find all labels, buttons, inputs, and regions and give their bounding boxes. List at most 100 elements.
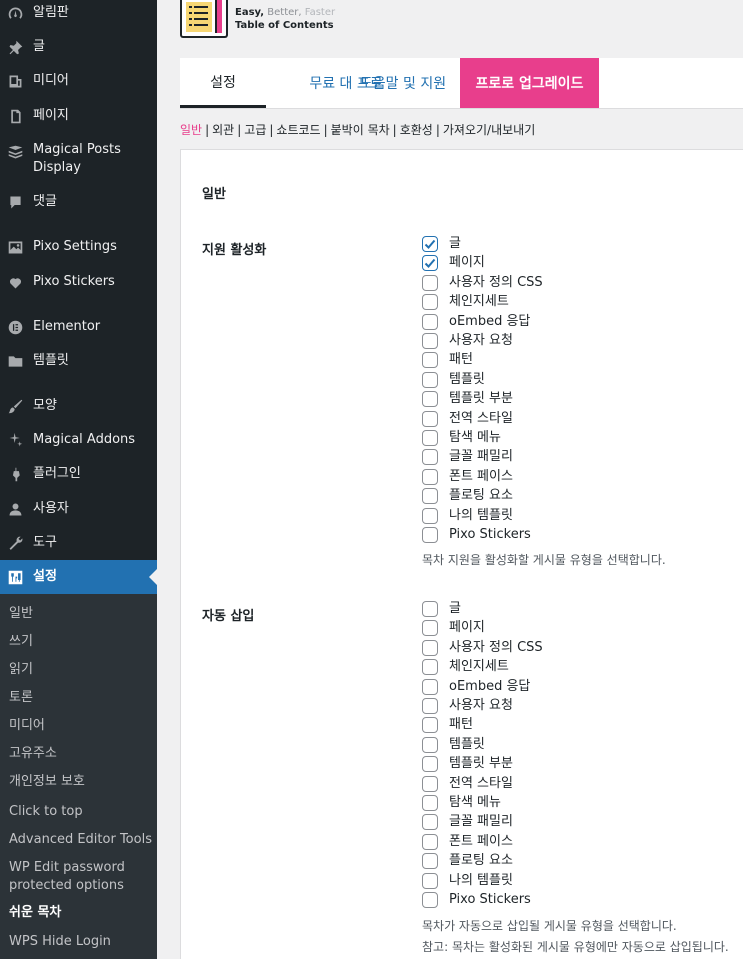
auto-insert-option[interactable]: 글꼴 패밀리 — [422, 814, 513, 831]
auto-insert-option[interactable]: Pixo Stickers — [422, 892, 531, 908]
support-option[interactable]: 나의 템플릿 — [422, 507, 513, 524]
menu-pixo-settings[interactable]: Pixo Settings — [0, 238, 157, 256]
support-checkbox[interactable] — [422, 507, 438, 524]
submenu-discussion[interactable]: 토론 — [9, 689, 33, 707]
menu-tools[interactable]: 도구 — [0, 534, 157, 552]
auto-insert-checkbox[interactable] — [422, 833, 438, 850]
support-checkbox[interactable] — [422, 410, 438, 427]
support-checkbox[interactable] — [422, 274, 438, 291]
auto-insert-option[interactable]: 전역 스타일 — [422, 775, 513, 792]
subnav-sticky-toc[interactable]: 붙박이 목차 — [331, 123, 390, 137]
menu-magical-addons[interactable]: Magical Addons — [0, 431, 157, 449]
auto-insert-checkbox[interactable] — [422, 736, 438, 753]
auto-insert-option[interactable]: 탐색 메뉴 — [422, 795, 501, 811]
support-checkbox[interactable] — [422, 333, 438, 349]
auto-insert-checkbox[interactable] — [422, 756, 438, 773]
submenu-wps-hide-login[interactable]: WPS Hide Login — [9, 933, 111, 951]
submenu-wp-edit-password-line2[interactable]: protected options — [9, 877, 124, 895]
auto-insert-option[interactable]: 템플릿 — [422, 736, 485, 753]
auto-insert-checkbox[interactable] — [422, 717, 438, 734]
submenu-general[interactable]: 일반 — [9, 605, 33, 623]
menu-pages[interactable]: 페이지 — [0, 107, 157, 125]
auto-insert-checkbox[interactable] — [422, 678, 438, 695]
menu-media[interactable]: 미디어 — [0, 72, 157, 90]
support-option[interactable]: 체인지세트 — [422, 294, 509, 311]
auto-insert-option[interactable]: 체인지세트 — [422, 659, 509, 676]
subnav-appearance[interactable]: 외관 — [212, 123, 234, 137]
menu-dashboard[interactable]: 알림판 — [0, 4, 157, 22]
support-checkbox[interactable] — [422, 294, 438, 311]
auto-insert-option[interactable]: oEmbed 응답 — [422, 678, 530, 695]
auto-insert-option[interactable]: 사용자 정의 CSS — [422, 639, 543, 656]
submenu-easy-toc[interactable]: 쉬운 목차 — [9, 904, 61, 922]
support-checkbox[interactable] — [422, 449, 438, 466]
menu-comments[interactable]: 댓글 — [0, 193, 157, 211]
auto-insert-checkbox[interactable] — [422, 698, 438, 714]
auto-insert-option[interactable]: 패턴 — [422, 717, 473, 734]
support-option[interactable]: 사용자 정의 CSS — [422, 274, 543, 291]
auto-insert-checkbox[interactable] — [422, 814, 438, 831]
menu-pixo-stickers[interactable]: Pixo Stickers — [0, 273, 157, 291]
auto-insert-option[interactable]: 사용자 요청 — [422, 698, 513, 714]
auto-insert-checkbox[interactable] — [422, 659, 438, 676]
support-option[interactable]: oEmbed 응답 — [422, 313, 530, 330]
subnav-import-export[interactable]: 가져오기/내보내기 — [443, 123, 535, 137]
submenu-media[interactable]: 미디어 — [9, 717, 45, 735]
auto-insert-checkbox[interactable] — [422, 892, 438, 908]
menu-plugins[interactable]: 플러그인 — [0, 465, 157, 483]
support-option[interactable]: 템플릿 부분 — [422, 391, 513, 408]
auto-insert-checkbox[interactable] — [422, 620, 438, 637]
support-checkbox[interactable] — [422, 236, 438, 252]
auto-insert-checkbox[interactable] — [422, 872, 438, 889]
subnav-general[interactable]: 일반 — [180, 123, 202, 137]
support-checkbox[interactable] — [422, 371, 438, 388]
menu-templates[interactable]: 템플릿 — [0, 352, 157, 370]
support-checkbox[interactable] — [422, 527, 438, 543]
auto-insert-option[interactable]: 폰트 페이스 — [422, 833, 513, 850]
support-checkbox[interactable] — [422, 352, 438, 369]
submenu-writing[interactable]: 쓰기 — [9, 633, 33, 651]
auto-insert-checkbox[interactable] — [422, 601, 438, 617]
support-option[interactable]: 플로팅 요소 — [422, 488, 513, 505]
menu-users[interactable]: 사용자 — [0, 500, 157, 518]
auto-insert-checkbox[interactable] — [422, 639, 438, 656]
tab-upgrade-pro[interactable]: 프로로 업그레이드 — [460, 58, 599, 108]
support-option[interactable]: 템플릿 — [422, 371, 485, 388]
menu-appearance[interactable]: 모양 — [0, 397, 157, 415]
tab-settings[interactable]: 설정 — [180, 58, 266, 108]
menu-elementor[interactable]: Elementor — [0, 318, 157, 336]
subnav-compatibility[interactable]: 호환성 — [400, 123, 433, 137]
support-option[interactable]: 폰트 페이스 — [422, 468, 513, 485]
subnav-shortcode[interactable]: 쇼트코드 — [276, 123, 320, 137]
submenu-wp-edit-password[interactable]: WP Edit password — [9, 859, 125, 877]
auto-insert-checkbox[interactable] — [422, 775, 438, 792]
support-checkbox[interactable] — [422, 468, 438, 485]
submenu-permalinks[interactable]: 고유주소 — [9, 745, 57, 763]
auto-insert-option[interactable]: 페이지 — [422, 620, 485, 637]
auto-insert-option[interactable]: 글 — [422, 601, 461, 617]
support-option[interactable]: 글 — [422, 236, 461, 252]
auto-insert-option[interactable]: 플로팅 요소 — [422, 853, 513, 870]
auto-insert-checkbox[interactable] — [422, 795, 438, 811]
support-checkbox[interactable] — [422, 255, 438, 272]
menu-magical-posts[interactable]: Magical Posts Display — [0, 141, 157, 177]
auto-insert-checkbox[interactable] — [422, 853, 438, 870]
submenu-privacy[interactable]: 개인정보 보호 — [9, 773, 85, 791]
support-option[interactable]: 탐색 메뉴 — [422, 430, 501, 446]
support-checkbox[interactable] — [422, 313, 438, 330]
auto-insert-option[interactable]: 나의 템플릿 — [422, 872, 513, 889]
submenu-click-to-top[interactable]: Click to top — [9, 803, 83, 821]
support-option[interactable]: 글꼴 패밀리 — [422, 449, 513, 466]
auto-insert-option[interactable]: 템플릿 부분 — [422, 756, 513, 773]
submenu-reading[interactable]: 읽기 — [9, 661, 33, 679]
support-checkbox[interactable] — [422, 430, 438, 446]
tab-help-support[interactable]: 도움말 및 지원 — [346, 58, 460, 108]
support-option[interactable]: 사용자 요청 — [422, 333, 513, 349]
menu-posts[interactable]: 글 — [0, 38, 157, 56]
support-option[interactable]: Pixo Stickers — [422, 527, 531, 543]
support-option[interactable]: 전역 스타일 — [422, 410, 513, 427]
submenu-advanced-editor-tools[interactable]: Advanced Editor Tools — [9, 831, 152, 849]
support-checkbox[interactable] — [422, 391, 438, 408]
subnav-advanced[interactable]: 고급 — [244, 123, 266, 137]
menu-settings[interactable]: 설정 — [0, 560, 157, 594]
